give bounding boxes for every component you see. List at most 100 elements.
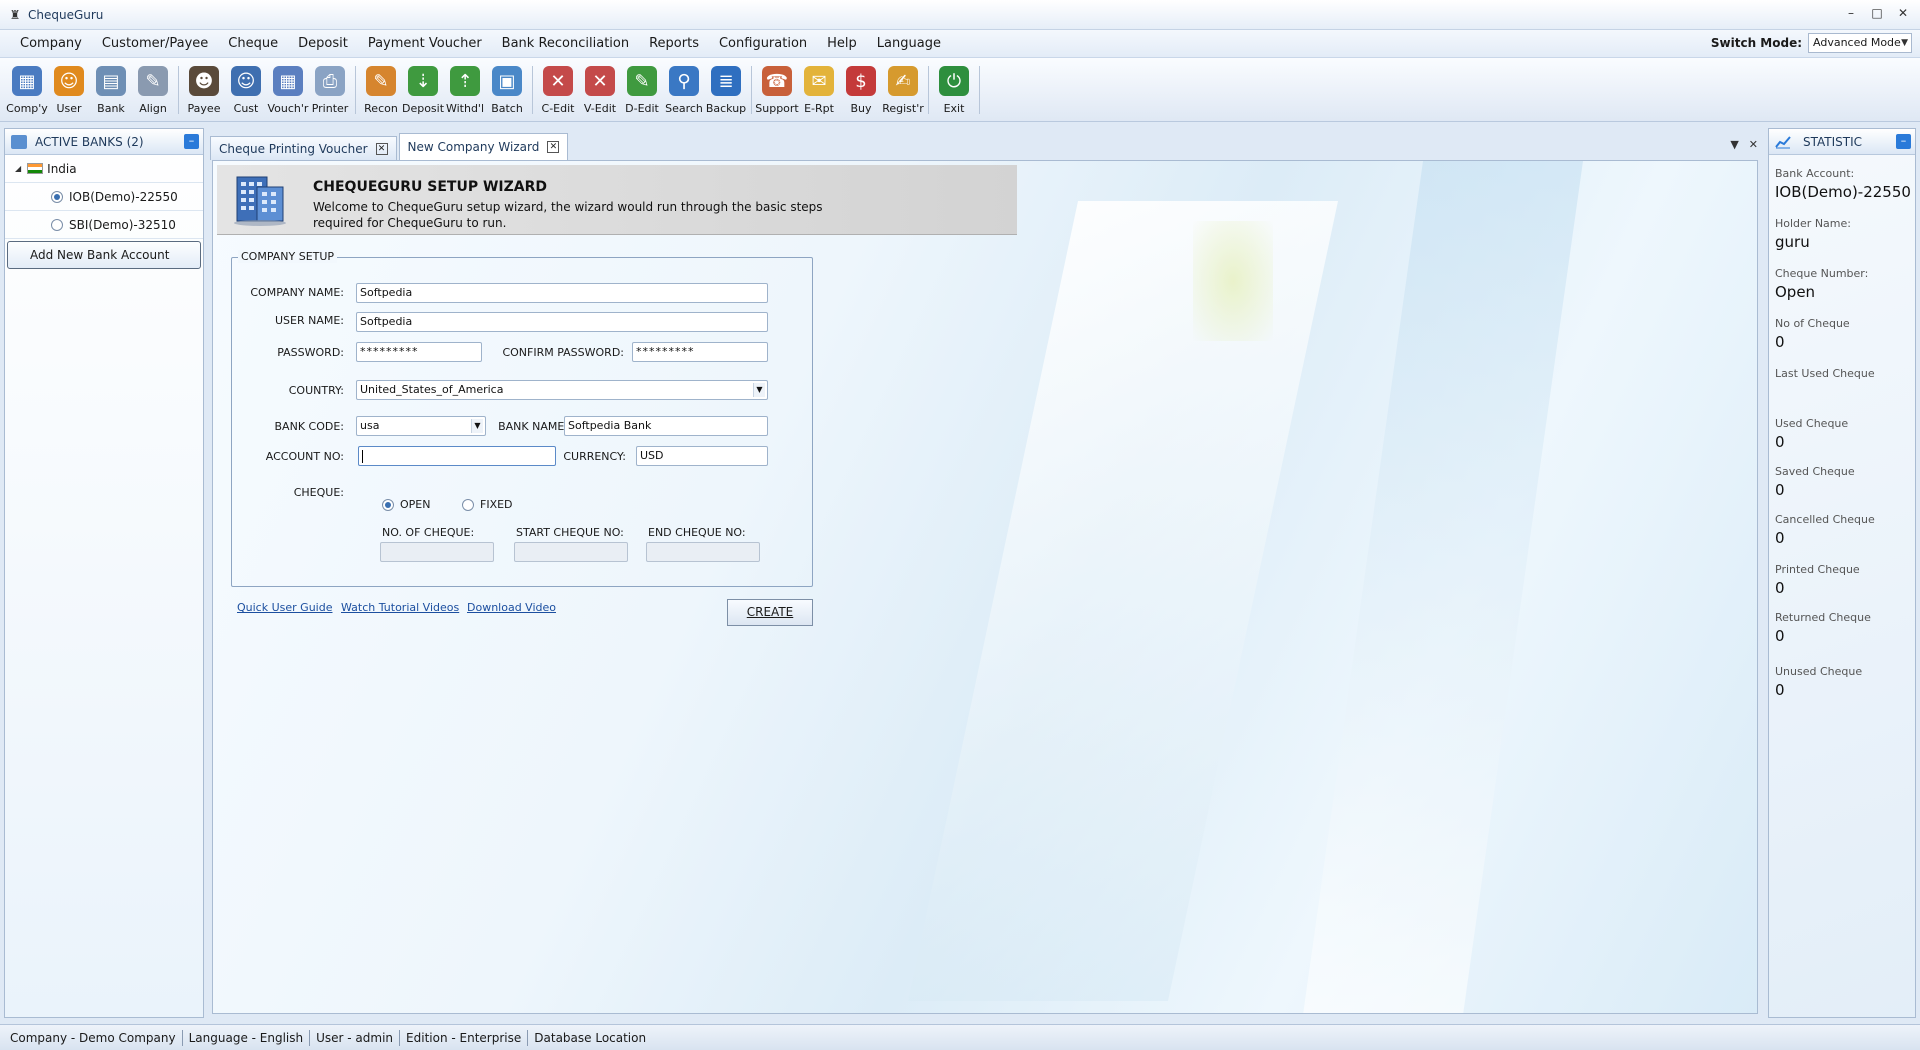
toolbar-printer-button[interactable]: ⎙ Printer xyxy=(309,58,351,118)
company-icon: ▦ xyxy=(12,66,42,96)
chevron-down-icon[interactable]: ▼ xyxy=(753,383,765,397)
deposit-edit-icon: ✎ xyxy=(627,66,657,96)
toolbar-button-label: V-Edit xyxy=(583,102,617,115)
minimize-icon[interactable]: – xyxy=(1840,4,1862,22)
menu-bank-reconciliation[interactable]: Bank Reconciliation xyxy=(492,30,639,58)
watch-tutorial-videos-link[interactable]: Watch Tutorial Videos xyxy=(341,601,459,614)
cheque-open-option[interactable]: OPEN xyxy=(382,498,430,511)
menu-help[interactable]: Help xyxy=(817,30,867,58)
stat-value: IOB(Demo)-22550 xyxy=(1775,183,1911,201)
toolbar-customer-button[interactable]: ☺ Cust xyxy=(225,58,267,118)
menu-deposit[interactable]: Deposit xyxy=(288,30,358,58)
switch-mode: Switch Mode: Advanced Mode ▼ xyxy=(1711,33,1912,53)
close-icon[interactable]: ✕ xyxy=(1892,4,1914,22)
stat-value: 0 xyxy=(1775,481,1785,499)
toolbar-voucher-button[interactable]: ▦ Vouch'r xyxy=(267,58,309,118)
stat-label: Unused Cheque xyxy=(1775,665,1863,678)
toolbar-exit-button[interactable]: ⏻ Exit xyxy=(933,58,975,118)
toolbar-button-label: Recon xyxy=(364,102,398,115)
cheque-fixed-option[interactable]: FIXED xyxy=(462,498,513,511)
confirm-password-field[interactable]: ********* xyxy=(632,342,768,362)
status-bar: Company - Demo Company Language - Englis… xyxy=(0,1024,1920,1050)
toolbar-payee-button[interactable]: ☻ Payee xyxy=(183,58,225,118)
menu-payment-voucher[interactable]: Payment Voucher xyxy=(358,30,492,58)
toolbar-align-button[interactable]: ✎ Align xyxy=(132,58,174,118)
bank-code-value: usa xyxy=(360,419,380,432)
close-tab-icon[interactable]: ✕ xyxy=(375,142,388,155)
tab-new-company-wizard[interactable]: New Company Wizard ✕ xyxy=(398,133,569,160)
tab-cheque-printing-voucher[interactable]: Cheque Printing Voucher ✕ xyxy=(210,136,397,160)
bank-item-sbi[interactable]: SBI(Demo)-32510 xyxy=(5,211,203,239)
no-of-cheque-field xyxy=(380,542,494,562)
close-tab-icon[interactable]: ✕ xyxy=(547,141,560,153)
tab-controls: ▼ ✕ xyxy=(1730,138,1758,151)
toolbar-button-label: E-Rpt xyxy=(804,102,834,115)
toolbar-cheque-edit-button[interactable]: ✕ C-Edit xyxy=(537,58,579,118)
active-banks-panel: ACTIVE BANKS (2) – ◢ India IOB(Demo)-225… xyxy=(4,128,204,1018)
stat-label: Cancelled Cheque xyxy=(1775,513,1875,526)
expand-arrow-icon[interactable]: ◢ xyxy=(15,164,21,173)
password-field[interactable]: ********* xyxy=(356,342,482,362)
cheque-open-radio[interactable] xyxy=(382,498,394,511)
stat-label: Used Cheque xyxy=(1775,417,1849,430)
bank-radio-sbi[interactable] xyxy=(51,218,63,231)
status-edition: Edition - Enterprise xyxy=(400,1029,529,1046)
toolbar-batch-button[interactable]: ▣ Batch xyxy=(486,58,528,118)
bank-radio-iob[interactable] xyxy=(51,190,63,203)
toolbar-email-report-button[interactable]: ✉ E-Rpt xyxy=(798,58,840,118)
bank-item-iob[interactable]: IOB(Demo)-22550 xyxy=(5,183,203,211)
country-select[interactable]: United_States_of_America ▼ xyxy=(356,380,768,400)
toolbar-deposit-edit-button[interactable]: ✎ D-Edit xyxy=(621,58,663,118)
toolbar-register-button[interactable]: ✍ Regist'r xyxy=(882,58,924,118)
status-database-location: Database Location xyxy=(534,1030,647,1045)
stat-label: Returned Cheque xyxy=(1775,611,1871,624)
tree-country-india[interactable]: ◢ India xyxy=(5,155,203,183)
toolbar-search-button[interactable]: ⚲ Search xyxy=(663,58,705,118)
cheque-fixed-radio[interactable] xyxy=(462,498,474,511)
toolbar-buy-button[interactable]: $ Buy xyxy=(840,58,882,118)
toolbar-bank-button[interactable]: ▤ Bank xyxy=(90,58,132,118)
start-cheque-label: START CHEQUE NO: xyxy=(516,526,624,539)
quick-user-guide-link[interactable]: Quick User Guide xyxy=(237,601,332,614)
toolbar-button-label: Regist'r xyxy=(882,102,924,115)
tab-list-dropdown-icon[interactable]: ▼ xyxy=(1730,138,1738,151)
voucher-icon: ▦ xyxy=(273,66,303,96)
toolbar-separator xyxy=(979,66,980,114)
toolbar-deposit-button[interactable]: ⇣ Deposit xyxy=(402,58,444,118)
user-name-field[interactable]: Softpedia xyxy=(356,312,768,332)
bank-code-select[interactable]: usa ▼ xyxy=(356,416,486,436)
menu-language[interactable]: Language xyxy=(867,30,951,58)
menu-reports[interactable]: Reports xyxy=(639,30,709,58)
toolbar-withdrawal-button[interactable]: ⇡ Withd'l xyxy=(444,58,486,118)
add-new-bank-account-button[interactable]: Add New Bank Account xyxy=(7,241,201,269)
toolbar-backup-button[interactable]: ≣ Backup xyxy=(705,58,747,118)
menu-customer-payee[interactable]: Customer/Payee xyxy=(92,30,218,58)
switch-mode-select[interactable]: Advanced Mode ▼ xyxy=(1808,33,1912,53)
menu-company[interactable]: Company xyxy=(10,30,92,58)
close-all-tabs-icon[interactable]: ✕ xyxy=(1749,138,1758,151)
toolbar-support-button[interactable]: ☎ Support xyxy=(755,58,799,118)
toolbar-voucher-edit-button[interactable]: ✕ V-Edit xyxy=(579,58,621,118)
switch-mode-label: Switch Mode: xyxy=(1710,36,1802,50)
currency-label: CURRENCY: xyxy=(563,450,626,463)
bank-name-field[interactable]: Softpedia Bank xyxy=(564,416,768,436)
company-name-field[interactable]: Softpedia xyxy=(356,283,768,303)
collapse-icon[interactable]: – xyxy=(184,134,199,149)
toolbar-user-button[interactable]: ☺ User xyxy=(48,58,90,118)
toolbar-button-label: User xyxy=(56,102,82,115)
bank-icon: ▤ xyxy=(96,66,126,96)
menu-cheque[interactable]: Cheque xyxy=(218,30,288,58)
toolbar-button-label: Vouch'r xyxy=(267,102,309,115)
toolbar-button-label: Cust xyxy=(233,102,259,115)
create-button[interactable]: CREATE xyxy=(727,599,813,626)
download-video-link[interactable]: Download Video xyxy=(467,601,556,614)
menu-configuration[interactable]: Configuration xyxy=(709,30,817,58)
toolbar-recon-button[interactable]: ✎ Recon xyxy=(360,58,402,118)
chevron-down-icon[interactable]: ▼ xyxy=(471,419,483,433)
collapse-icon[interactable]: – xyxy=(1896,134,1911,149)
currency-field[interactable]: USD xyxy=(636,446,768,466)
background-streak xyxy=(907,201,1339,1001)
toolbar-company-button[interactable]: ▦ Comp'y xyxy=(6,58,48,118)
maximize-icon[interactable]: □ xyxy=(1866,4,1888,22)
account-no-field[interactable] xyxy=(358,446,556,466)
